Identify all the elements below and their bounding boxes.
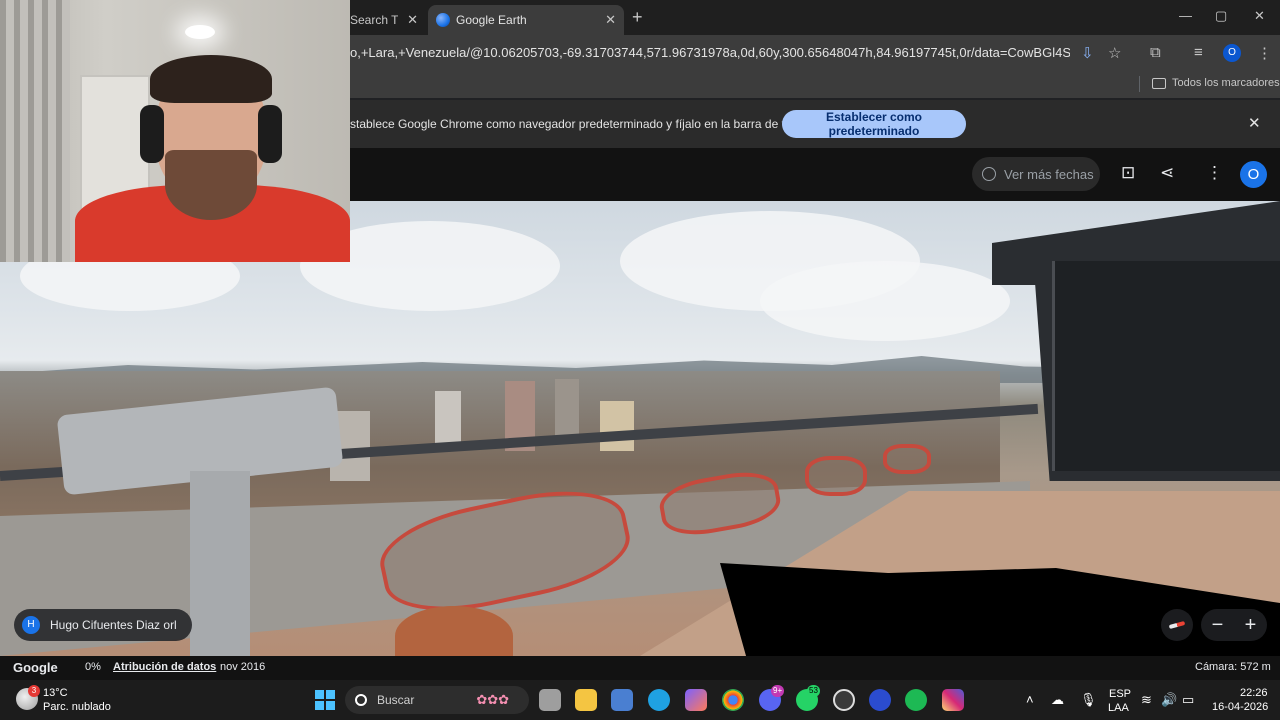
- extensions-icon[interactable]: ⧉: [1150, 44, 1161, 61]
- photo-author-chip[interactable]: H Hugo Cifuentes Diaz orl: [14, 609, 192, 641]
- microphone-icon[interactable]: 🎙: [1080, 692, 1097, 708]
- load-percent: 0%: [85, 661, 101, 673]
- media-controls-icon[interactable]: ≡: [1194, 44, 1203, 61]
- clock-date[interactable]: 16-04-2026: [1212, 701, 1268, 713]
- more-dates-label: Ver más fechas: [1004, 166, 1094, 182]
- language-code[interactable]: ESP: [1109, 688, 1131, 700]
- headphones-icon: [258, 105, 282, 163]
- volume-icon[interactable]: 🔊: [1161, 692, 1177, 708]
- flower-pot: [395, 606, 513, 656]
- copilot-icon[interactable]: [685, 689, 707, 711]
- google-logo: Google: [13, 660, 58, 675]
- imagery-date: nov 2016: [220, 661, 266, 673]
- share-icon[interactable]: ⋖: [1160, 163, 1174, 183]
- search-placeholder: Buscar: [377, 693, 415, 707]
- windows-start-icon[interactable]: [315, 690, 335, 710]
- maximize-button[interactable]: ▢: [1215, 8, 1227, 24]
- earth-profile-avatar[interactable]: O: [1240, 161, 1267, 188]
- more-dates-button[interactable]: Ver más fechas: [972, 157, 1100, 191]
- weather-temperature[interactable]: 13°C: [43, 687, 68, 699]
- building: [600, 401, 634, 451]
- install-app-icon[interactable]: ⇩: [1081, 44, 1094, 62]
- browser-profile-avatar[interactable]: O: [1223, 44, 1241, 62]
- beard: [165, 150, 257, 220]
- new-tab-button[interactable]: +: [632, 7, 643, 28]
- microsoft-store-icon[interactable]: [611, 689, 633, 711]
- tab-close-icon[interactable]: ✕: [407, 12, 418, 28]
- author-name: Hugo Cifuentes Diaz orl: [50, 618, 177, 632]
- camera-altitude: Cámara: 572 m: [1195, 661, 1271, 673]
- wifi-icon[interactable]: ≋: [1141, 692, 1152, 708]
- battery-icon[interactable]: ▭: [1182, 692, 1194, 708]
- infobar-close-icon[interactable]: ✕: [1248, 114, 1261, 132]
- weather-description[interactable]: Parc. nublado: [43, 701, 111, 713]
- minimize-button[interactable]: —: [1179, 8, 1192, 23]
- instagram-icon[interactable]: [942, 689, 964, 711]
- taskbar-search[interactable]: Buscar ✿✿✿: [345, 686, 529, 714]
- tulips-icon: ✿✿✿: [476, 692, 510, 707]
- zoom-out-button[interactable]: −: [1212, 614, 1224, 637]
- zoom-in-button[interactable]: +: [1245, 614, 1257, 637]
- bookmark-star-icon[interactable]: ☆: [1108, 44, 1121, 62]
- glass-window: [1052, 261, 1280, 471]
- hair: [150, 55, 272, 103]
- railing-arch: [883, 444, 931, 474]
- chrome-icon[interactable]: [722, 689, 744, 711]
- compass-icon[interactable]: [1161, 609, 1193, 641]
- all-bookmarks-folder[interactable]: Todos los marcadores: [1152, 77, 1280, 89]
- clock-app-icon[interactable]: [833, 689, 855, 711]
- edge-icon[interactable]: [648, 689, 670, 711]
- clock-time[interactable]: 22:26: [1240, 687, 1268, 699]
- address-bar[interactable]: o,+Lara,+Venezuela/@10.06205703,-69.3170…: [350, 45, 1070, 60]
- tab-title: Google Earth: [456, 13, 527, 27]
- divider: [1139, 76, 1140, 92]
- folder-icon: [1152, 77, 1166, 89]
- tab-google-earth[interactable]: Google Earth ✕: [428, 5, 624, 35]
- task-view-icon[interactable]: [539, 689, 561, 711]
- infobar-message: stablece Google Chrome como navegador pr…: [350, 117, 815, 131]
- tab-close-icon[interactable]: ✕: [605, 12, 616, 28]
- headphones-icon: [140, 105, 164, 163]
- tab-search[interactable]: Search Tu ✕: [350, 5, 424, 35]
- keyboard-layout[interactable]: LAA: [1108, 702, 1129, 714]
- cloud: [760, 261, 1010, 341]
- data-attribution-link[interactable]: Atribución de datos: [113, 661, 216, 673]
- google-earth-favicon-icon: [436, 13, 450, 27]
- zoom-controls: − +: [1201, 609, 1267, 641]
- more-options-icon[interactable]: ⋮: [1206, 163, 1223, 183]
- curtain: [0, 0, 70, 262]
- file-explorer-icon[interactable]: [575, 689, 597, 711]
- discord-badge: 9+: [771, 685, 785, 697]
- show-hidden-icons-icon[interactable]: ˄: [1026, 692, 1034, 707]
- search-icon: [355, 694, 367, 706]
- weather-badge: 3: [28, 685, 40, 697]
- ea-app-icon[interactable]: [869, 689, 891, 711]
- taskbar: 3 13°C Parc. nublado Buscar ✿✿✿ 9+ 53 ˄ …: [0, 680, 1280, 720]
- bookmarks-folder-label: Todos los marcadores: [1172, 77, 1280, 89]
- street-view-panorama[interactable]: [0, 201, 1280, 656]
- screenshot-icon[interactable]: ⊡: [1121, 163, 1135, 183]
- building: [555, 379, 579, 439]
- spotify-icon[interactable]: [905, 689, 927, 711]
- set-default-button[interactable]: Establecer como predeterminado: [782, 110, 966, 138]
- author-avatar: H: [22, 616, 40, 634]
- whatsapp-badge: 53: [807, 685, 820, 697]
- screen: Search Tu ✕ Google Earth ✕ + — ▢ ✕ o,+La…: [0, 0, 1280, 720]
- binocular-stand: [190, 471, 250, 656]
- tab-title: Search Tu: [350, 13, 398, 27]
- history-icon: [982, 167, 996, 181]
- railing-arch: [805, 456, 867, 496]
- webcam-overlay: [0, 0, 350, 262]
- ceiling-lamp: [185, 25, 215, 39]
- earth-status-bar: Google 0% Atribución de datos nov 2016 C…: [0, 656, 1280, 680]
- onedrive-icon[interactable]: ☁: [1051, 692, 1064, 708]
- close-window-button[interactable]: ✕: [1254, 8, 1265, 24]
- browser-menu-icon[interactable]: ⋮: [1257, 44, 1272, 62]
